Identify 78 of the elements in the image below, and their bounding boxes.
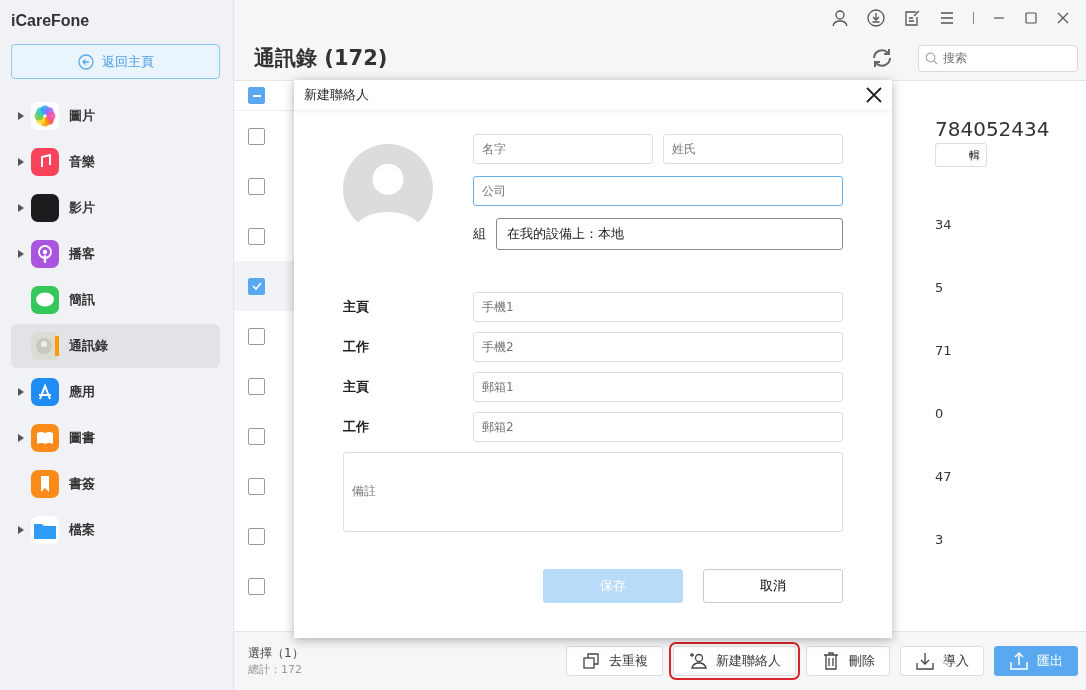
app-name: iCareFone <box>11 12 91 31</box>
app-icon <box>31 194 59 222</box>
company-field[interactable]: 公司 <box>473 176 843 206</box>
refresh-icon[interactable] <box>870 46 894 70</box>
app-icon <box>31 240 59 268</box>
app-icon <box>31 332 59 360</box>
search-field[interactable]: 搜索 <box>918 44 1078 72</box>
field-label: 主頁 <box>343 298 370 316</box>
sidebar-item[interactable]: 檔案 <box>11 508 220 552</box>
upload-icon <box>1009 651 1029 671</box>
app-icon <box>31 286 59 314</box>
field-label: 工作 <box>343 418 370 436</box>
app-icon <box>31 424 59 452</box>
close-icon[interactable] <box>1056 11 1070 25</box>
trash-icon <box>821 651 841 671</box>
sidebar-item[interactable]: 書簽 <box>11 462 220 506</box>
toolbar-button[interactable]: 導入 <box>900 646 984 676</box>
checkmark-icon <box>250 280 263 292</box>
download-icon[interactable] <box>867 9 885 27</box>
row-checkbox[interactable] <box>248 227 265 245</box>
sidebar-item[interactable]: 簡訊 <box>11 278 220 322</box>
row-checkbox[interactable] <box>248 177 265 195</box>
last-name-field[interactable]: 姓氏 <box>663 134 843 164</box>
sidebar-item[interactable]: 應用 <box>11 370 220 414</box>
page-title: 通訊錄 (172) <box>254 45 389 72</box>
download-icon <box>915 651 935 671</box>
row-checkbox[interactable] <box>248 127 265 145</box>
field-label: 主頁 <box>343 378 370 396</box>
toolbar-button[interactable]: 去重複 <box>566 646 663 676</box>
detail-text: 3 <box>935 532 945 549</box>
app-icon <box>31 148 59 176</box>
sidebar-item[interactable]: 影片 <box>11 186 220 230</box>
sidebar-item[interactable]: 通訊錄 <box>11 324 220 368</box>
detail-text: 47 <box>935 469 952 486</box>
group-label: 組 <box>473 225 486 243</box>
row-checkbox[interactable] <box>248 477 265 495</box>
input-field[interactable]: 郵箱2 <box>473 412 843 442</box>
edit-button[interactable]: 輯 <box>935 143 987 167</box>
menu-icon[interactable] <box>939 10 955 26</box>
search-icon <box>925 51 938 65</box>
group-field[interactable]: 在我的設備上：本地 <box>496 218 843 250</box>
contact-number: 784052434 <box>935 117 1050 141</box>
total-count: 總計：172 <box>248 662 303 677</box>
add-person-icon <box>688 651 708 671</box>
row-checkbox[interactable] <box>248 577 265 595</box>
copy-icon <box>581 651 601 671</box>
app-icon <box>31 378 59 406</box>
cancel-button[interactable]: 取消 <box>703 569 843 603</box>
note-field[interactable]: 備註 <box>343 452 843 532</box>
input-field[interactable]: 手機2 <box>473 332 843 362</box>
row-checkbox[interactable] <box>248 327 265 345</box>
toolbar-button[interactable]: 刪除 <box>806 646 890 676</box>
field-label: 工作 <box>343 338 370 356</box>
app-icon <box>31 516 59 544</box>
row-checkbox[interactable] <box>248 427 265 445</box>
detail-text: 71 <box>935 343 952 360</box>
app-icon <box>31 470 59 498</box>
dialog-title: 新建聯絡人 <box>304 86 369 104</box>
row-checkbox[interactable] <box>248 527 265 545</box>
detail-text: 5 <box>935 280 945 297</box>
detail-text: 0 <box>935 406 945 423</box>
feedback-icon[interactable] <box>903 9 921 27</box>
account-icon[interactable] <box>831 9 849 27</box>
input-field[interactable]: 手機1 <box>473 292 843 322</box>
sidebar-item[interactable]: 播客 <box>11 232 220 276</box>
row-checkbox[interactable] <box>248 377 265 395</box>
selected-count: 選擇（1） <box>248 645 305 662</box>
input-field[interactable]: 郵箱1 <box>473 372 843 402</box>
sidebar-item[interactable]: 圖書 <box>11 416 220 460</box>
maximize-icon[interactable] <box>1024 11 1038 25</box>
sidebar-item[interactable]: 音樂 <box>11 140 220 184</box>
first-name-field[interactable]: 名字 <box>473 134 653 164</box>
sidebar-item[interactable]: 圖片 <box>11 94 220 138</box>
detail-text: 34 <box>935 217 952 234</box>
app-icon <box>31 102 59 130</box>
row-checkbox[interactable] <box>248 277 265 295</box>
select-all-checkbox[interactable] <box>248 87 265 104</box>
close-icon[interactable] <box>866 87 882 103</box>
